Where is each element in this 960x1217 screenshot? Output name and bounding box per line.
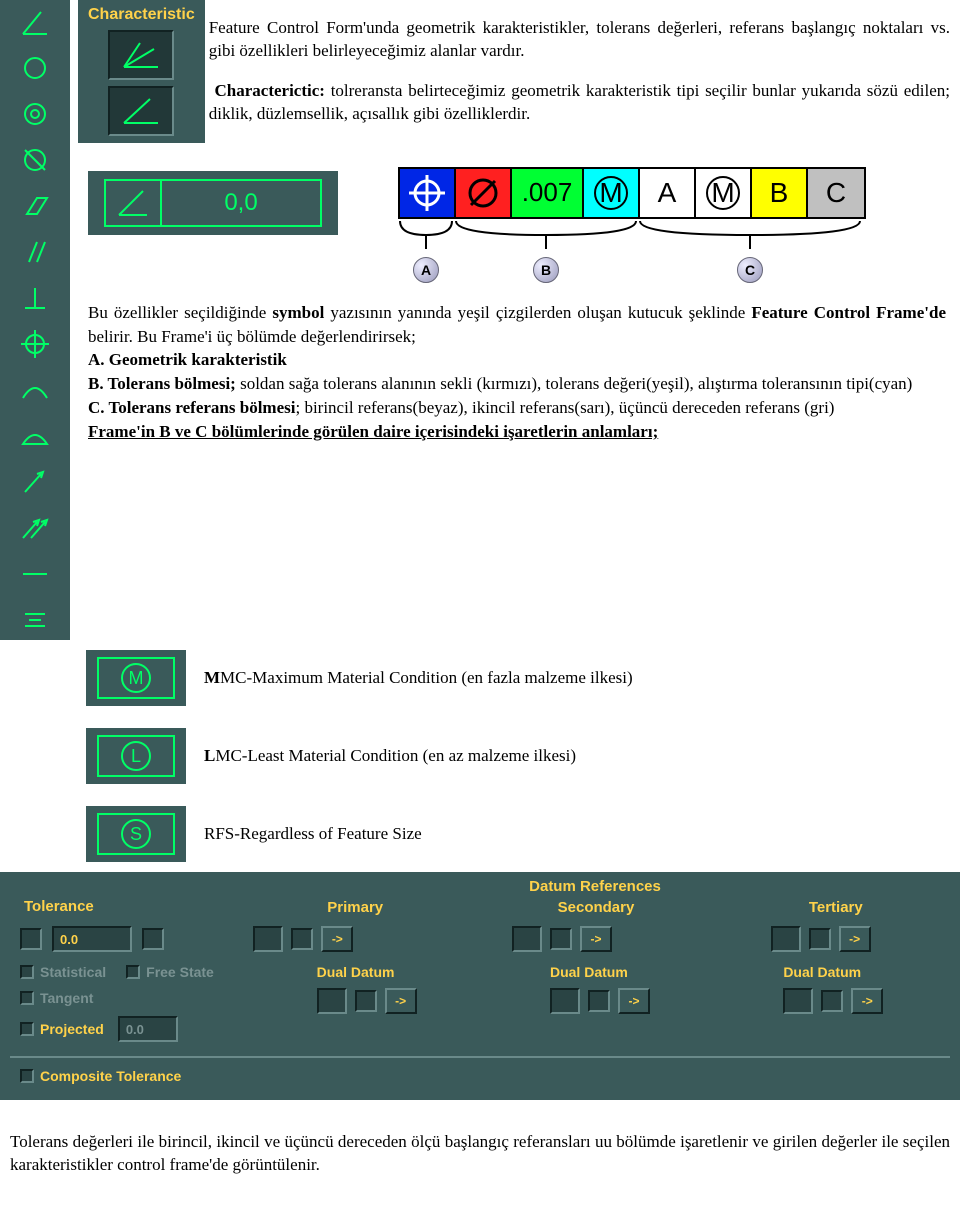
fcf-braces: A B C [398,219,960,283]
perpendicularity-icon[interactable] [19,282,51,314]
datum-references-panel: Tolerance Datum References Primary Secon… [0,872,960,1100]
tertiary-dual-datum-label: Dual Datum [783,964,861,980]
cylindricity-icon[interactable] [19,144,51,176]
position-icon[interactable] [19,328,51,360]
lmc-letter: L [121,741,151,771]
frame-note: Frame'in B ve C bölümlerinde görülen dai… [88,420,946,444]
tol-shape-button[interactable] [20,928,42,950]
secondary-dual-mod-button[interactable] [588,990,610,1012]
angle-symbol-icon [106,181,162,225]
tolerance-label: Tolerance [10,878,240,916]
characteristic-panel: Characteristic [78,0,205,143]
primary-label: Primary [327,899,383,916]
section-a: A. Geometrik karakteristik [88,348,946,372]
secondary-dual-input[interactable] [550,988,580,1014]
divider [10,1056,950,1058]
tol-value-input[interactable]: 0.0 [52,926,132,952]
angle-value: 0,0 [162,181,320,225]
rfs-label: RFS-Regardless of Feature Size [204,824,422,844]
datum-references-title: Datum References [240,878,950,895]
lmc-icon-box: L [86,728,186,784]
intro-lead: Characterictic: [215,81,325,100]
primary-datum-input[interactable] [253,926,283,952]
fcf-tolerance-value: .007 [512,169,584,217]
mmc-icon-box: M [86,650,186,706]
projected-value-input[interactable]: 0.0 [118,1016,178,1042]
secondary-datum-input[interactable] [512,926,542,952]
statistical-checkbox[interactable]: Statistical [20,964,106,980]
secondary-arrow-button[interactable]: -> [580,926,612,952]
profile-surface-icon[interactable] [19,420,51,452]
primary-dual-input[interactable] [317,988,347,1014]
rfs-letter: S [121,819,151,849]
fcf-datum-secondary: B [752,169,808,217]
section-b: B. Tolerans bölmesi; soldan sağa toleran… [88,372,946,396]
mmc-letter: M [121,663,151,693]
tertiary-label: Tertiary [809,899,863,916]
fcf-shape-icon [456,169,512,217]
concentricity-icon[interactable] [19,98,51,130]
characteristic-select-2[interactable] [108,86,174,136]
primary-dual-datum-label: Dual Datum [317,964,395,980]
secondary-label: Secondary [558,899,635,916]
intro-paragraph-2: Characterictic: tolreransta belirteceğim… [205,80,960,126]
section-text: Bu özellikler seçildiğinde symbol yazısı… [78,283,960,444]
brace-label-c: C [737,257,763,283]
tertiary-dual-input[interactable] [783,988,813,1014]
circularity-icon[interactable] [19,52,51,84]
feature-control-frame: .007 M A M B C [398,167,960,219]
tertiary-arrow-button[interactable]: -> [839,926,871,952]
free-state-checkbox[interactable]: Free State [126,964,214,980]
mmc-row: M MMC-Maximum Material Condition (en faz… [86,650,960,706]
tertiary-modifier-button[interactable] [809,928,831,950]
secondary-modifier-button[interactable] [550,928,572,950]
fcf-datum-primary-modifier: M [696,169,752,217]
fcf-datum-tertiary: C [808,169,864,217]
secondary-dual-arrow-button[interactable]: -> [618,988,650,1014]
composite-tolerance-checkbox[interactable]: Composite Tolerance [10,1068,950,1084]
tertiary-dual-mod-button[interactable] [821,990,843,1012]
fcf-characteristic-icon [400,169,456,217]
tol-modifier-button[interactable] [142,928,164,950]
parallelism-icon[interactable] [19,236,51,268]
intro-paragraph-1: Feature Control Form'unda geometrik kara… [205,17,960,63]
projected-checkbox[interactable]: Projected 0.0 [20,1016,250,1042]
primary-dual-arrow-button[interactable]: -> [385,988,417,1014]
flatness-icon[interactable] [19,190,51,222]
lmc-row: L LMC-Least Material Condition (en az ma… [86,728,960,784]
secondary-dual-datum-label: Dual Datum [550,964,628,980]
profile-line-icon[interactable] [19,374,51,406]
brace-label-a: A [413,257,439,283]
angle-display-panel: 0,0 [88,171,338,235]
symmetry-icon[interactable] [19,604,51,636]
angularity-icon[interactable] [19,6,51,38]
runout-icon[interactable] [19,466,51,498]
primary-modifier-button[interactable] [291,928,313,950]
fcf-modifier-letter: M [594,176,628,210]
straightness-icon[interactable] [19,558,51,590]
tertiary-datum-input[interactable] [771,926,801,952]
lmc-label: LMC-Least Material Condition (en az malz… [204,746,576,766]
footer-paragraph: Tolerans değerleri ile birincil, ikincil… [0,1117,960,1197]
symbol-toolbar [0,0,70,640]
primary-dual-mod-button[interactable] [355,990,377,1012]
rfs-row: S RFS-Regardless of Feature Size [86,806,960,862]
characteristic-title: Characteristic [88,6,195,24]
angle-box: 0,0 [104,179,322,227]
mmc-label: MMC-Maximum Material Condition (en fazla… [204,668,633,688]
section-c: C. Tolerans referans bölmesi; birincil r… [88,396,946,420]
rfs-icon-box: S [86,806,186,862]
fcf-modifier: M [584,169,640,217]
characteristic-select-1[interactable] [108,30,174,80]
tertiary-dual-arrow-button[interactable]: -> [851,988,883,1014]
total-runout-icon[interactable] [19,512,51,544]
tangent-checkbox[interactable]: Tangent [20,990,250,1006]
fcf-datum-primary: A [640,169,696,217]
primary-arrow-button[interactable]: -> [321,926,353,952]
fcf-datum-primary-modifier-letter: M [706,176,740,210]
brace-label-b: B [533,257,559,283]
